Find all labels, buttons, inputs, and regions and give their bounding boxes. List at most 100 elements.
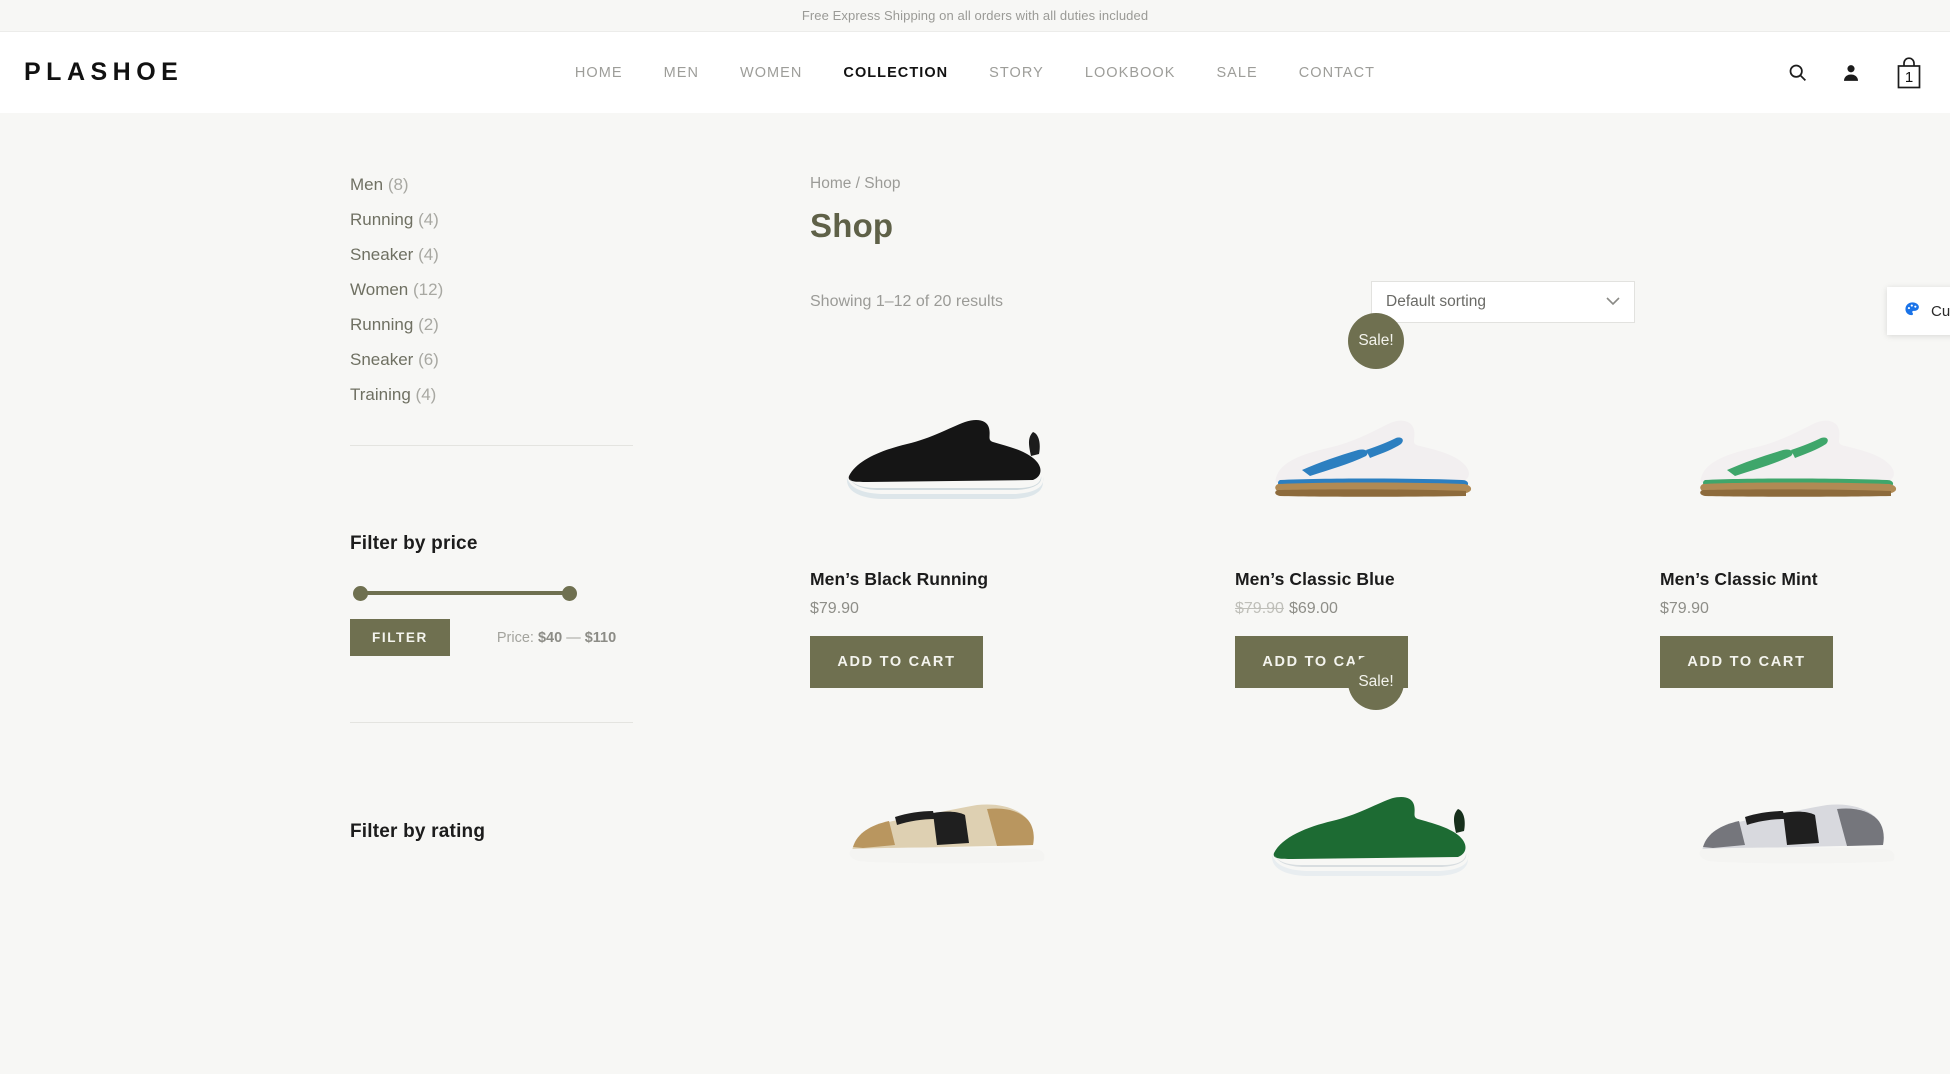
product-card[interactable]: Sale! — [1235, 654, 1518, 934]
price-max: $110 — [584, 629, 617, 646]
shoe-illustration — [849, 804, 1045, 864]
slider-handle-min[interactable] — [353, 586, 368, 601]
product-grid-row-2: Sale! — [810, 654, 1943, 934]
nav-item-lookbook[interactable]: LOOKBOOK — [1085, 65, 1176, 81]
product-image-green-running[interactable] — [1235, 724, 1518, 934]
sidebar-divider-1 — [350, 445, 633, 446]
customize-label: Customize — [1931, 302, 1950, 320]
price-prefix: Price: — [496, 629, 534, 646]
price-range-slider[interactable] — [353, 583, 577, 603]
category-label: Women — [350, 280, 409, 299]
product-price: $79.90 — [1660, 600, 1709, 617]
price-filter-widget: Filter by price FILTER Price: $40 — $110 — [350, 533, 700, 656]
sorting-select[interactable]: Default sorting — [1371, 281, 1635, 323]
product-title[interactable]: Men’s Classic Blue — [1235, 569, 1518, 590]
price-range-label: Price: $40 — $110 — [497, 630, 616, 646]
add-to-cart-button[interactable]: ADD TO CART — [810, 636, 983, 688]
main-navigation: HOME MEN WOMEN COLLECTION STORY LOOKBOOK… — [0, 65, 1950, 81]
price-filter-row: FILTER Price: $40 — $110 — [350, 619, 700, 656]
product-card[interactable]: Men’s Black Running $79.90 ADD TO CART — [810, 347, 1093, 688]
product-card[interactable]: Sale! Men’s Classic Blue $79.90 $69.00 A… — [1235, 313, 1518, 688]
category-item-women[interactable]: Women (12) — [350, 280, 700, 300]
category-item-men[interactable]: Men (8) — [350, 175, 700, 195]
shoe-illustration — [1274, 420, 1471, 497]
shop-sidebar: Men (8) Running (4) Sneaker (4) Women (1… — [350, 175, 700, 1074]
product-image-black-running[interactable] — [810, 347, 1093, 557]
nav-item-home[interactable]: HOME — [575, 65, 623, 81]
category-count: (6) — [418, 350, 439, 369]
add-to-cart-button[interactable]: ADD TO CART — [1660, 636, 1833, 688]
category-label: Running — [350, 315, 414, 334]
category-label: Men — [350, 175, 384, 194]
category-item-women-training[interactable]: Training (4) — [350, 385, 700, 405]
shoe-illustration — [1699, 804, 1895, 864]
header-icons: 1 — [1787, 56, 1924, 90]
announcement-bar: Free Express Shipping on all orders with… — [0, 0, 1950, 32]
category-label: Sneaker — [350, 350, 414, 369]
category-item-women-sneaker[interactable]: Sneaker (6) — [350, 350, 700, 370]
product-card[interactable] — [810, 724, 1093, 934]
price-separator: — — [566, 629, 581, 646]
sale-badge: Sale! — [1348, 313, 1404, 369]
product-title[interactable]: Men’s Black Running — [810, 569, 1093, 590]
sidebar-divider-2 — [350, 722, 633, 723]
category-count: (12) — [413, 280, 444, 299]
category-label: Training — [350, 385, 411, 404]
product-image-classic-mint[interactable] — [1660, 347, 1943, 557]
rating-filter-widget: Filter by rating — [350, 821, 700, 843]
product-old-price: $79.90 — [1235, 600, 1284, 617]
site-header: PLASHOE HOME MEN WOMEN COLLECTION STORY … — [0, 32, 1950, 113]
category-count: (2) — [418, 315, 439, 334]
shop-main: Home / Shop Shop Showing 1–12 of 20 resu… — [748, 175, 1950, 1074]
product-image-grey-sneaker[interactable] — [1660, 724, 1943, 934]
nav-item-men[interactable]: MEN — [664, 65, 699, 81]
product-image-classic-blue[interactable] — [1235, 347, 1518, 557]
product-card[interactable] — [1660, 724, 1943, 934]
palette-icon — [1904, 301, 1921, 322]
category-count: (4) — [418, 245, 439, 264]
category-item-men-running[interactable]: Running (4) — [350, 210, 700, 230]
cart-icon[interactable]: 1 — [1894, 56, 1924, 90]
product-price: $79.90 — [810, 600, 859, 617]
category-label: Sneaker — [350, 245, 414, 264]
rating-filter-title: Filter by rating — [350, 821, 486, 842]
category-item-women-running[interactable]: Running (2) — [350, 315, 700, 335]
product-price: $79.90 $69.00 — [1235, 600, 1518, 618]
site-logo[interactable]: PLASHOE — [24, 58, 183, 87]
product-categories-widget: Men (8) Running (4) Sneaker (4) Women (1… — [350, 175, 700, 405]
shoe-illustration — [1699, 420, 1896, 497]
product-grid-row-1: Men’s Black Running $79.90 ADD TO CART S… — [810, 313, 1943, 688]
price-filter-title: Filter by price — [350, 533, 478, 554]
shoe-illustration — [846, 420, 1043, 499]
slider-track — [359, 591, 571, 595]
product-card[interactable]: Men’s Classic Mint $79.90 ADD TO CART — [1660, 347, 1943, 688]
user-icon[interactable] — [1841, 62, 1861, 83]
sorting-selected-value: Default sorting — [1386, 293, 1486, 310]
result-count: Showing 1–12 of 20 results — [810, 293, 1004, 310]
customize-widget[interactable]: Customize — [1887, 287, 1950, 335]
category-count: (4) — [418, 210, 439, 229]
page-title: Shop — [810, 207, 894, 244]
nav-item-sale[interactable]: SALE — [1216, 65, 1257, 81]
slider-handle-max[interactable] — [562, 586, 577, 601]
nav-item-contact[interactable]: CONTACT — [1299, 65, 1375, 81]
breadcrumb[interactable]: Home / Shop — [810, 175, 1943, 193]
cart-count: 1 — [1904, 68, 1914, 86]
nav-item-story[interactable]: STORY — [989, 65, 1044, 81]
shoe-illustration — [1271, 797, 1468, 876]
page-body: Men (8) Running (4) Sneaker (4) Women (1… — [0, 113, 1950, 1074]
chevron-down-icon — [1606, 293, 1620, 311]
category-item-men-sneaker[interactable]: Sneaker (4) — [350, 245, 700, 265]
product-title[interactable]: Men’s Classic Mint — [1660, 569, 1943, 590]
nav-item-women[interactable]: WOMEN — [740, 65, 802, 81]
price-min: $40 — [537, 629, 563, 646]
category-count: (8) — [387, 175, 409, 194]
filter-button[interactable]: FILTER — [350, 619, 450, 656]
product-image-tan-sneaker[interactable] — [810, 724, 1093, 934]
category-count: (4) — [415, 385, 437, 404]
search-icon[interactable] — [1787, 62, 1808, 83]
nav-item-collection[interactable]: COLLECTION — [843, 65, 948, 81]
category-label: Running — [350, 210, 414, 229]
product-new-price: $69.00 — [1288, 600, 1338, 617]
sale-badge: Sale! — [1348, 654, 1404, 710]
